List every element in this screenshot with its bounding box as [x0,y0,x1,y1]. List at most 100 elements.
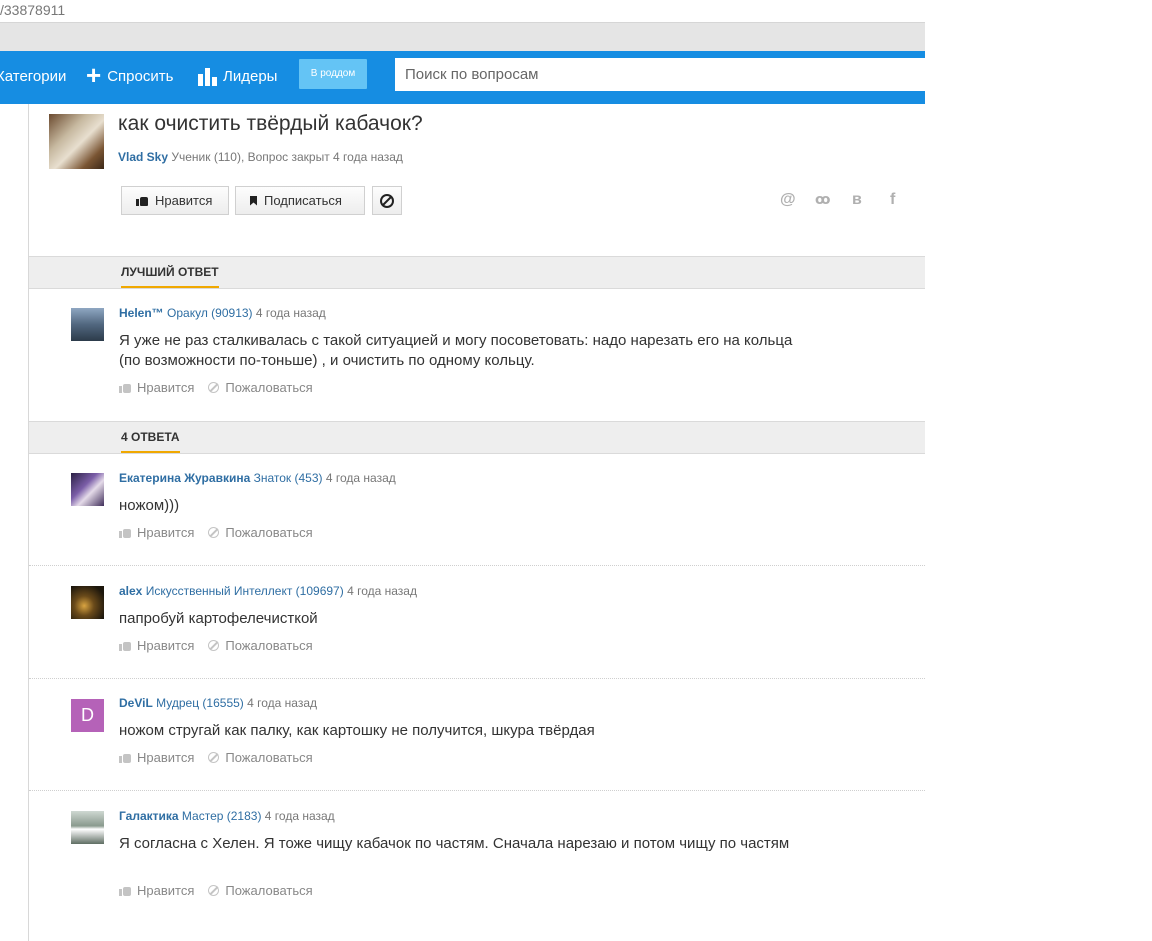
answer-item: Галактика Мастер (2183) 4 года назад Я с… [29,791,925,921]
share-odnoklassniki-icon[interactable]: ꝏ [815,191,830,208]
answer-author-avatar[interactable] [71,811,104,844]
url-text: /33878911 [0,2,66,18]
answer-rank: Мудрец (16555) [156,696,244,710]
thumbs-up-icon [119,640,131,651]
best-answer-rank: Оракул (90913) [167,306,253,320]
ban-icon [208,382,220,393]
thumbs-up-icon [119,382,131,393]
top-navigation: Категории + Спросить Лидеры В роддом [0,51,925,104]
report-label: Пожаловаться [225,525,313,540]
answer-report-button[interactable]: Пожаловаться [208,525,313,540]
answer-report-button[interactable]: Пожаловаться [208,883,313,898]
address-bar[interactable]: /33878911 [0,0,925,23]
best-answer-header: ЛУЧШИЙ ОТВЕТ [29,256,925,289]
bookmark-icon [250,195,257,206]
answer-like-button[interactable]: Нравится [119,638,194,653]
answer-time: 4 года назад [264,809,335,823]
best-answer-like-button[interactable]: Нравится [119,380,194,395]
thumbs-up-icon [119,885,131,896]
answer-actions: Нравится Пожаловаться [119,883,313,898]
best-answer: Helen™ Оракул (90913) 4 года назад Я уже… [29,288,925,418]
answer-like-button[interactable]: Нравится [119,525,194,540]
nav-leaders-label: Лидеры [223,68,278,85]
question-author-avatar[interactable] [49,114,104,169]
best-answer-label: ЛУЧШИЙ ОТВЕТ [121,265,219,288]
report-label: Пожаловаться [225,638,313,653]
share-vk-icon[interactable]: в [852,191,862,209]
answer-author-avatar[interactable]: D [71,699,104,732]
like-button[interactable]: Нравится [121,186,229,215]
nav-badge-button[interactable]: В роддом [299,59,367,89]
thumbs-up-icon [119,527,131,538]
answer-like-button[interactable]: Нравится [119,883,194,898]
subscribe-button[interactable]: Подписаться [235,186,365,215]
answer-like-button[interactable]: Нравится [119,750,194,765]
answer-author[interactable]: Екатерина Журавкина [119,471,250,485]
answer-time: 4 года назад [325,471,396,485]
answer-author[interactable]: alex [119,584,142,598]
thumbs-up-icon [119,752,131,763]
plus-icon: + [86,60,102,90]
ban-icon [208,527,220,538]
subscribe-button-label: Подписаться [264,193,342,208]
best-answer-meta: Helen™ Оракул (90913) 4 года назад [119,306,326,320]
answers-header: 4 ОТВЕТА [29,421,925,454]
best-answer-avatar[interactable] [71,308,104,341]
nav-leaders[interactable]: Лидеры [198,60,277,93]
answer-actions: Нравится Пожаловаться [119,525,313,540]
answer-text: ножом стругай как палку, как картошку не… [119,722,595,739]
question-title: как очистить твёрдый кабачок? [118,112,423,135]
best-answer-author[interactable]: Helen™ [119,306,164,320]
thumbs-up-icon [136,195,148,206]
ban-icon [380,193,394,208]
report-label: Пожаловаться [225,883,313,898]
answer-author[interactable]: Галактика [119,809,179,823]
question-meta-text: Ученик (110), Вопрос закрыт 4 года назад [171,150,403,164]
answer-item: alex Искусственный Интеллект (109697) 4 … [29,566,925,678]
answer-rank: Мастер (2183) [181,809,262,823]
best-answer-actions: Нравится Пожаловаться [119,380,313,395]
answer-item: Екатерина Журавкина Знаток (453) 4 года … [29,453,925,565]
search-input[interactable] [395,58,925,91]
report-label: Пожаловаться [225,380,313,395]
answer-actions: Нравится Пожаловаться [119,638,313,653]
like-label: Нравится [137,883,195,898]
answer-author[interactable]: DeViL [119,696,153,710]
ban-icon [208,640,220,651]
answer-item: D DeViL Мудрец (16555) 4 года назад ножо… [29,679,925,791]
best-answer-time: 4 года назад [255,306,326,320]
answer-text: папробуй картофелечисткой [119,610,318,627]
answer-text: Я согласна с Хелен. Я тоже чищу кабачок … [119,835,790,852]
report-block-button[interactable] [372,186,402,215]
answer-report-button[interactable]: Пожаловаться [208,638,313,653]
answer-text: ножом))) [119,497,180,514]
ban-icon [208,885,220,896]
answer-report-button[interactable]: Пожаловаться [208,750,313,765]
answer-meta: Екатерина Журавкина Знаток (453) 4 года … [119,471,396,485]
best-answer-text: Я уже не раз сталкивалась с такой ситуац… [119,332,793,369]
browser-toolbar-strip [0,23,925,51]
answer-author-avatar[interactable] [71,586,104,619]
answer-meta: Галактика Мастер (2183) 4 года назад [119,809,335,823]
like-label: Нравится [137,380,195,395]
share-mail-icon[interactable]: @ [780,191,796,209]
answers-count-label: 4 ОТВЕТА [121,430,180,453]
answer-time: 4 года назад [347,584,417,598]
nav-ask-button[interactable]: + Спросить [86,60,173,93]
answer-author-avatar[interactable] [71,473,104,506]
like-label: Нравится [137,638,195,653]
like-label: Нравится [137,525,195,540]
answer-meta: DeViL Мудрец (16555) 4 года назад [119,696,317,710]
nav-categories-label: Категории [0,68,67,85]
like-label: Нравится [137,750,195,765]
share-facebook-icon[interactable]: f [890,191,895,209]
question-meta: Vlad Sky Ученик (110), Вопрос закрыт 4 г… [118,150,403,164]
answer-actions: Нравится Пожаловаться [119,750,313,765]
question-author-link[interactable]: Vlad Sky [118,150,168,164]
nav-categories[interactable]: Категории [0,60,66,93]
nav-ask-label: Спросить [107,68,174,85]
answer-rank: Знаток (453) [253,471,323,485]
ban-icon [208,752,220,763]
best-answer-report-button[interactable]: Пожаловаться [208,380,313,395]
leaderboard-icon [198,67,217,86]
